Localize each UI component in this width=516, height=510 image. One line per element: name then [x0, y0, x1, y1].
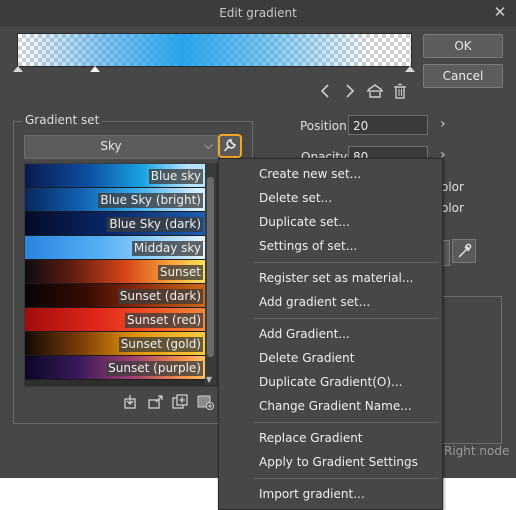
- list-item[interactable]: Blue Sky (bright): [25, 188, 206, 212]
- list-item[interactable]: Sunset (gold): [25, 332, 206, 356]
- duplicate-icon[interactable]: [172, 394, 188, 410]
- list-item[interactable]: Sunset (red): [25, 308, 206, 332]
- menu-item-apply-to-gradient-settings[interactable]: Apply to Gradient Settings: [259, 455, 418, 469]
- menu-item-add-gradient-set[interactable]: Add gradient set...: [259, 295, 370, 309]
- cancel-button[interactable]: Cancel: [423, 64, 503, 88]
- scroll-down-icon[interactable]: ▼: [206, 375, 212, 384]
- chevron-left-icon[interactable]: [318, 83, 332, 99]
- dialog-title: Edit gradient: [219, 6, 297, 20]
- menu-separator: [253, 318, 439, 319]
- wrench-icon[interactable]: [218, 134, 242, 158]
- gradient-preview-bar[interactable]: [17, 33, 412, 67]
- menu-item-duplicate-gradient[interactable]: Duplicate Gradient(O)...: [259, 375, 402, 389]
- scrollbar-thumb[interactable]: [207, 177, 214, 357]
- position-input[interactable]: 20: [348, 115, 428, 135]
- title-bar: Edit gradient ✕: [0, 0, 516, 26]
- trash-icon[interactable]: [392, 83, 408, 99]
- color-option-label: olor: [441, 201, 464, 215]
- chevron-right-icon[interactable]: [343, 83, 357, 99]
- position-label: Position:: [300, 119, 351, 133]
- chevron-down-icon: ⌵: [203, 138, 213, 152]
- list-item[interactable]: Sunset (purple): [25, 356, 206, 380]
- gradient-set-selected: Sky: [100, 139, 122, 153]
- gradient-set-menu: Create new set... Delete set... Duplicat…: [218, 158, 443, 510]
- list-item[interactable]: Blue Sky (dark): [25, 212, 206, 236]
- menu-item-replace-gradient[interactable]: Replace Gradient: [259, 431, 363, 445]
- menu-item-delete-gradient[interactable]: Delete Gradient: [259, 351, 354, 365]
- menu-item-create-new-set[interactable]: Create new set...: [259, 167, 361, 181]
- list-item[interactable]: Blue sky: [25, 164, 206, 188]
- gradient-list: Blue sky Blue Sky (bright) Blue Sky (dar…: [24, 163, 218, 387]
- gradient-set-legend: Gradient set: [22, 113, 103, 127]
- eyedropper-icon[interactable]: [452, 239, 476, 263]
- list-item[interactable]: Sunset: [25, 260, 206, 284]
- list-item[interactable]: Midday sky: [25, 236, 206, 260]
- menu-separator: [253, 478, 439, 479]
- gradient-list-scrollbar[interactable]: ▼: [205, 163, 216, 385]
- add-gradient-icon[interactable]: [197, 394, 215, 410]
- gradient-set-select[interactable]: Sky ⌵: [24, 135, 218, 159]
- import-icon[interactable]: [122, 394, 138, 410]
- close-icon[interactable]: ✕: [492, 4, 508, 20]
- gradient-node-handle[interactable]: [13, 66, 23, 72]
- flip-icon[interactable]: [366, 83, 384, 99]
- list-item[interactable]: Sunset (dark): [25, 284, 206, 308]
- menu-item-settings-of-set[interactable]: Settings of set...: [259, 239, 357, 253]
- gradient-node-handle[interactable]: [405, 66, 415, 72]
- menu-item-import-gradient[interactable]: Import gradient...: [259, 487, 365, 501]
- menu-separator: [253, 262, 439, 263]
- right-node-label: Right node: [444, 444, 510, 458]
- menu-item-register-set-as-material[interactable]: Register set as material...: [259, 271, 413, 285]
- color-option-label: olor: [441, 180, 464, 194]
- export-icon[interactable]: [147, 394, 165, 410]
- ok-button[interactable]: OK: [423, 34, 503, 58]
- menu-separator: [253, 422, 439, 423]
- menu-item-delete-set[interactable]: Delete set...: [259, 191, 332, 205]
- menu-item-duplicate-set[interactable]: Duplicate set...: [259, 215, 350, 229]
- chevron-right-icon[interactable]: ›: [440, 116, 446, 132]
- menu-item-change-gradient-name[interactable]: Change Gradient Name...: [259, 399, 412, 413]
- menu-item-add-gradient[interactable]: Add Gradient...: [259, 327, 350, 341]
- gradient-node-handle-selected[interactable]: [90, 66, 100, 72]
